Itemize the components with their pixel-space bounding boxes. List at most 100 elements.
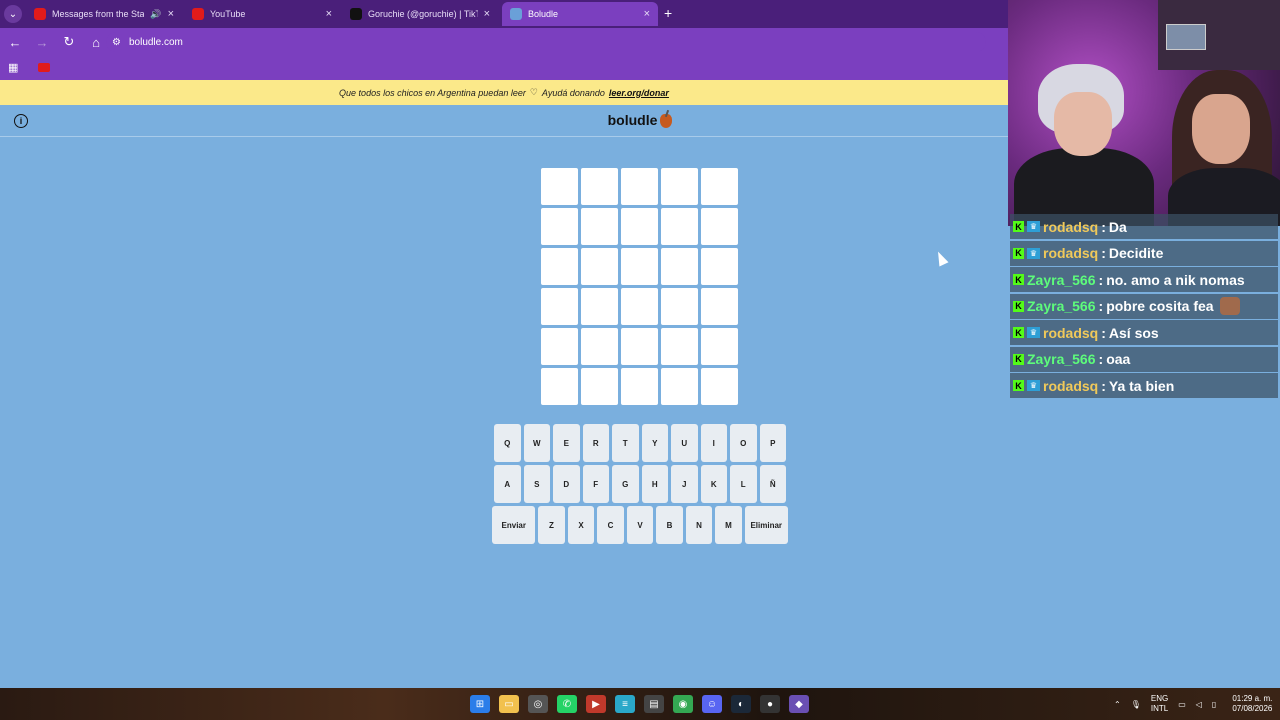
browser-tab[interactable]: Goruchie (@goruchie) | TikTok × xyxy=(342,2,498,26)
key-p[interactable]: P xyxy=(759,424,786,462)
site-info-icon[interactable]: ⚙ xyxy=(112,37,121,48)
key-n[interactable]: N xyxy=(685,506,713,544)
discord-icon[interactable]: ☺ xyxy=(702,695,722,713)
battery-icon[interactable]: ▯ xyxy=(1212,700,1216,709)
tab-search-icon[interactable]: ⌄ xyxy=(4,5,22,23)
volume-icon[interactable]: ◁ xyxy=(1196,700,1202,709)
tab-audio-icon[interactable]: 🔊 xyxy=(150,9,161,20)
chat-message: K Zayra_566 : oaa xyxy=(1010,346,1278,372)
board-cell xyxy=(541,288,578,325)
file-explorer-icon[interactable]: ▭ xyxy=(499,695,519,713)
board-cell xyxy=(541,168,578,205)
key-j[interactable]: J xyxy=(671,465,698,503)
board-cell xyxy=(701,288,738,325)
chat-username: rodadsq xyxy=(1043,324,1099,341)
obs-icon[interactable]: ◎ xyxy=(528,695,548,713)
forward-icon[interactable]: → xyxy=(30,30,54,54)
key-b[interactable]: B xyxy=(656,506,683,544)
chat-separator: : xyxy=(1101,218,1106,235)
heart-icon: ♡ xyxy=(529,87,538,97)
key-y[interactable]: Y xyxy=(641,424,668,462)
chat-username: Zayra_566 xyxy=(1027,351,1096,367)
calculator-icon[interactable]: ▤ xyxy=(644,695,664,713)
close-tab-icon[interactable]: × xyxy=(326,8,332,20)
donate-link[interactable]: leer.org/donar xyxy=(609,88,669,98)
key-h[interactable]: H xyxy=(641,465,668,503)
back-icon[interactable]: ← xyxy=(3,30,27,54)
address-bar[interactable]: ⚙ boludle.com xyxy=(106,32,986,52)
board-cell xyxy=(701,168,738,205)
apps-grid-icon[interactable]: ▦ xyxy=(8,61,18,74)
key-u[interactable]: U xyxy=(671,424,698,462)
key-s[interactable]: S xyxy=(523,465,550,503)
board-cell xyxy=(581,168,618,205)
key-m[interactable]: M xyxy=(715,506,742,544)
board-cell xyxy=(621,248,658,285)
tray-chevron-icon[interactable]: ⌃ xyxy=(1114,700,1121,709)
key-g[interactable]: G xyxy=(612,465,639,503)
key-e[interactable]: E xyxy=(553,424,580,462)
key-i[interactable]: I xyxy=(700,424,727,462)
mate-icon xyxy=(660,114,673,129)
network-icon[interactable]: ▭ xyxy=(1178,700,1186,709)
keyboard-row-2: ASDFGHJKLÑ xyxy=(0,465,1280,503)
key-w[interactable]: W xyxy=(523,424,550,462)
github-icon[interactable]: ● xyxy=(760,695,780,713)
key-a[interactable]: A xyxy=(494,465,521,503)
board-cell xyxy=(621,168,658,205)
chat-username: Zayra_566 xyxy=(1027,298,1096,314)
key-o[interactable]: O xyxy=(730,424,757,462)
start-icon[interactable]: ⊞ xyxy=(470,695,490,713)
chat-separator: : xyxy=(1098,351,1104,367)
chat-text: Así sos xyxy=(1108,324,1159,341)
chat-username: rodadsq xyxy=(1043,218,1099,235)
app-icon[interactable]: ◆ xyxy=(789,695,809,713)
reload-icon[interactable]: ↻ xyxy=(57,30,81,54)
key-x[interactable]: X xyxy=(567,506,595,544)
kick-badge-icon: K xyxy=(1013,327,1024,338)
browser-tab[interactable]: Messages from the Stars - Y 🔊 × xyxy=(26,2,182,26)
key-z[interactable]: Z xyxy=(538,506,565,544)
close-tab-icon[interactable]: × xyxy=(168,8,174,20)
new-tab-icon[interactable]: + xyxy=(664,5,672,21)
board-cell xyxy=(661,328,698,365)
clock[interactable]: 01:29 a. m. 07/08/2026 xyxy=(1232,694,1272,714)
clock-time: 01:29 a. m. xyxy=(1232,694,1273,703)
notes-icon[interactable]: ≡ xyxy=(615,695,635,713)
browser-tab[interactable]: YouTube × xyxy=(184,2,340,26)
chat-separator: : xyxy=(1101,377,1106,394)
board-cell xyxy=(541,248,578,285)
key-d[interactable]: D xyxy=(553,465,580,503)
home-icon[interactable]: ⌂ xyxy=(84,30,108,54)
streamer-1-face xyxy=(1054,92,1112,156)
browser-toolbar: ← → ↻ ⌂ ⚙ boludle.com xyxy=(0,28,1008,56)
key-l[interactable]: L xyxy=(730,465,757,503)
chat-username: rodadsq xyxy=(1043,245,1099,261)
steam-icon[interactable]: ◐ xyxy=(731,695,751,713)
key-v[interactable]: V xyxy=(626,506,654,544)
chrome-icon[interactable]: ◉ xyxy=(673,695,693,713)
key-k[interactable]: K xyxy=(700,465,727,503)
chat-username: rodadsq xyxy=(1043,377,1099,394)
whatsapp-icon[interactable]: ✆ xyxy=(557,695,577,713)
chat-message: K ♛ rodadsq : Decidite xyxy=(1010,240,1278,266)
key-ñ[interactable]: Ñ xyxy=(759,465,786,503)
language-indicator[interactable]: ENG INTL xyxy=(1151,694,1168,714)
key-eliminar[interactable]: Eliminar xyxy=(744,506,788,544)
chat-text: pobre cosita fea xyxy=(1106,298,1214,314)
key-t[interactable]: T xyxy=(612,424,639,462)
key-q[interactable]: Q xyxy=(494,424,521,462)
key-c[interactable]: C xyxy=(597,506,624,544)
key-r[interactable]: R xyxy=(582,424,609,462)
microphone-icon[interactable]: 🎙 xyxy=(1131,700,1141,709)
key-enviar[interactable]: Enviar xyxy=(492,506,536,544)
close-tab-icon[interactable]: × xyxy=(644,8,650,20)
browser-tab[interactable]: Boludle × xyxy=(502,2,658,26)
youtube-bookmark-icon[interactable] xyxy=(38,63,50,72)
webcam-overlay xyxy=(1008,0,1280,226)
key-f[interactable]: F xyxy=(582,465,609,503)
windows-taskbar: ⊞ ▭ ◎ ✆ ▶ ≡ ▤ ◉ ☺ ◐ ● ◆ ⌃ 🎙 ENG INTL ▭ ◁… xyxy=(0,688,1280,720)
video-editor-icon[interactable]: ▶ xyxy=(586,695,606,713)
chat-emote-icon xyxy=(1219,297,1240,315)
close-tab-icon[interactable]: × xyxy=(484,8,490,20)
